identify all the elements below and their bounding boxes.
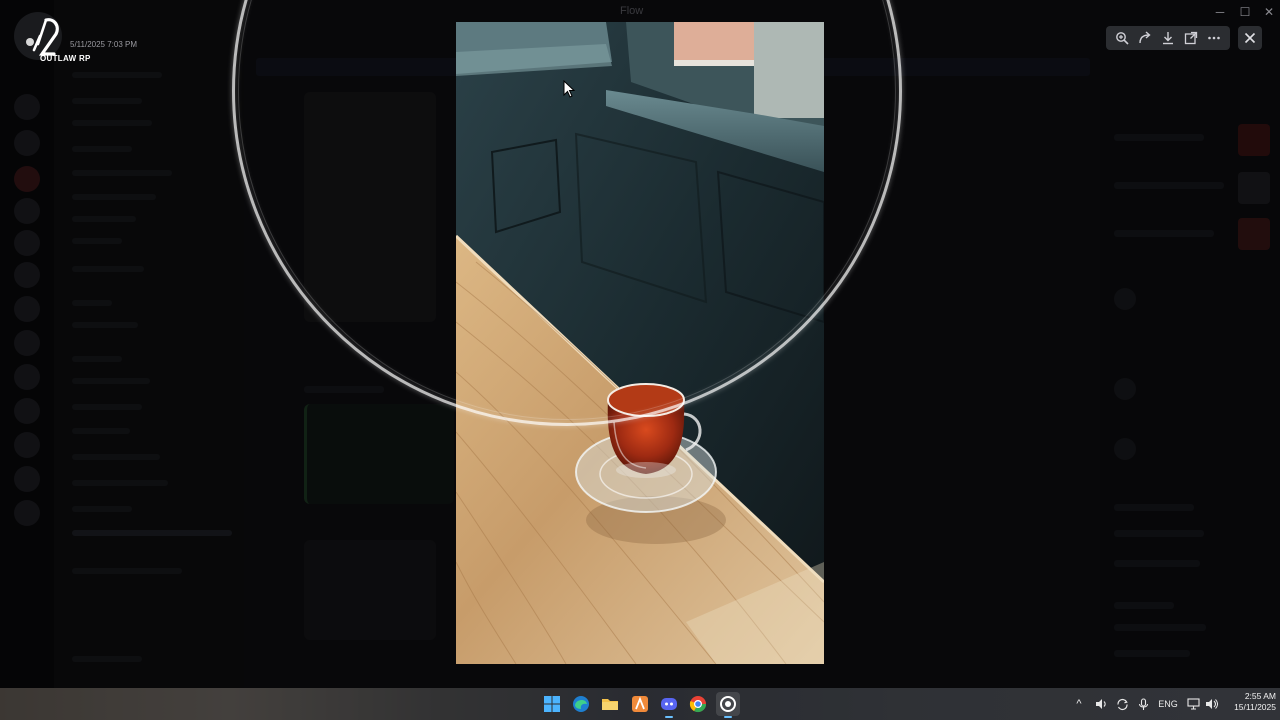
mouse-cursor-icon	[563, 79, 576, 103]
server-icon	[14, 262, 40, 288]
server-icon	[14, 364, 40, 390]
server-icon	[14, 198, 40, 224]
user-panel	[72, 656, 142, 662]
language-indicator[interactable]: ENG	[1156, 688, 1180, 720]
channel-item-selected	[72, 530, 232, 536]
avatar	[1114, 288, 1136, 310]
activity-thumb	[1238, 172, 1270, 204]
channel-item	[72, 378, 150, 384]
window-title-bar: Flow ─ ☐ ✕	[0, 0, 1280, 24]
server-icon	[14, 296, 40, 322]
download-icon[interactable]	[1159, 29, 1177, 47]
edge-icon[interactable]	[569, 692, 593, 716]
close-window-button[interactable]: ✕	[1256, 3, 1280, 21]
member-line	[1114, 602, 1174, 609]
activity-thumb	[1238, 218, 1270, 250]
activity-line	[1114, 182, 1224, 189]
volume-icon[interactable]	[1202, 688, 1220, 720]
server-icon	[14, 500, 40, 526]
channel-item	[72, 120, 152, 126]
app-active-icon[interactable]	[716, 692, 740, 718]
zoom-icon[interactable]	[1113, 29, 1131, 47]
message-image	[304, 92, 436, 322]
server-logo: OUTLAW RP	[14, 12, 124, 64]
channel-item	[72, 404, 142, 410]
member-line	[1114, 504, 1194, 511]
channel-item	[72, 568, 182, 574]
server-icon	[14, 432, 40, 458]
channel-item	[72, 238, 122, 244]
server-icon	[14, 230, 40, 256]
channel-item	[72, 454, 160, 460]
message-embed	[304, 404, 454, 504]
avatar	[1114, 378, 1136, 400]
channel-item	[72, 170, 172, 176]
channel-item	[72, 356, 122, 362]
avatar	[1114, 438, 1136, 460]
activity-line	[1114, 134, 1204, 141]
close-icon	[1244, 32, 1256, 44]
channel-item	[72, 72, 162, 78]
message-line	[304, 386, 384, 393]
channel-item	[72, 194, 156, 200]
server-icon	[14, 330, 40, 356]
channel-item	[72, 146, 132, 152]
server-icon	[14, 166, 40, 192]
brand-text: OUTLAW RP	[40, 54, 91, 63]
channel-item	[72, 506, 132, 512]
channel-item	[72, 266, 144, 272]
channel-list	[54, 0, 244, 688]
running-indicator	[724, 716, 732, 718]
windows-taskbar: ^ ENG 2:55 AM 15/11/2025	[0, 688, 1280, 720]
sync-icon[interactable]	[1113, 688, 1131, 720]
member-line	[1114, 560, 1200, 567]
window-title: Flow	[620, 5, 644, 17]
chrome-icon[interactable]	[686, 692, 710, 716]
server-icon	[14, 398, 40, 424]
maximize-button[interactable]: ☐	[1232, 3, 1258, 21]
server-icon	[14, 94, 40, 120]
server-rail	[0, 0, 54, 688]
screen: Flow ─ ☐ ✕ OUTLAW RP 5/11/2025 7:03 PM ^…	[0, 0, 1280, 720]
windows-start-icon[interactable]	[540, 692, 564, 716]
channel-item	[72, 428, 130, 434]
microphone-icon[interactable]	[1134, 688, 1152, 720]
clock-date: 15/11/2025	[1234, 702, 1276, 712]
system-clock[interactable]: 2:55 AM 15/11/2025	[1222, 691, 1276, 713]
member-line	[1114, 624, 1206, 631]
member-line	[1114, 530, 1204, 537]
channel-item	[72, 216, 136, 222]
channel-item	[72, 322, 138, 328]
image-viewer-toolbar	[1106, 26, 1230, 50]
speaker-icon[interactable]	[1092, 688, 1110, 720]
server-icon	[14, 130, 40, 156]
activity-thumb	[1238, 124, 1270, 156]
member-line	[1114, 650, 1190, 657]
app-a-icon[interactable]	[628, 692, 652, 716]
more-icon[interactable]	[1205, 29, 1223, 47]
discord-icon[interactable]	[657, 692, 681, 718]
network-icon[interactable]	[1184, 688, 1202, 720]
activity-line	[1114, 230, 1214, 237]
message-timestamp: 5/11/2025 7:03 PM	[70, 40, 138, 49]
minimize-button[interactable]: ─	[1207, 3, 1233, 21]
viewed-photo[interactable]	[456, 22, 824, 664]
close-viewer-button[interactable]	[1238, 26, 1262, 50]
file-explorer-icon[interactable]	[598, 692, 622, 716]
message-image	[304, 540, 436, 640]
open-external-icon[interactable]	[1182, 29, 1200, 47]
clock-time: 2:55 AM	[1244, 691, 1276, 701]
outlaw-logo-icon	[14, 12, 62, 60]
member-list	[1100, 0, 1280, 688]
tray-overflow-chevron[interactable]: ^	[1070, 688, 1088, 720]
channel-item	[72, 480, 168, 486]
channel-item	[72, 98, 142, 104]
forward-icon[interactable]	[1136, 29, 1154, 47]
channel-item	[72, 300, 112, 306]
running-indicator	[665, 716, 673, 718]
server-icon	[14, 466, 40, 492]
